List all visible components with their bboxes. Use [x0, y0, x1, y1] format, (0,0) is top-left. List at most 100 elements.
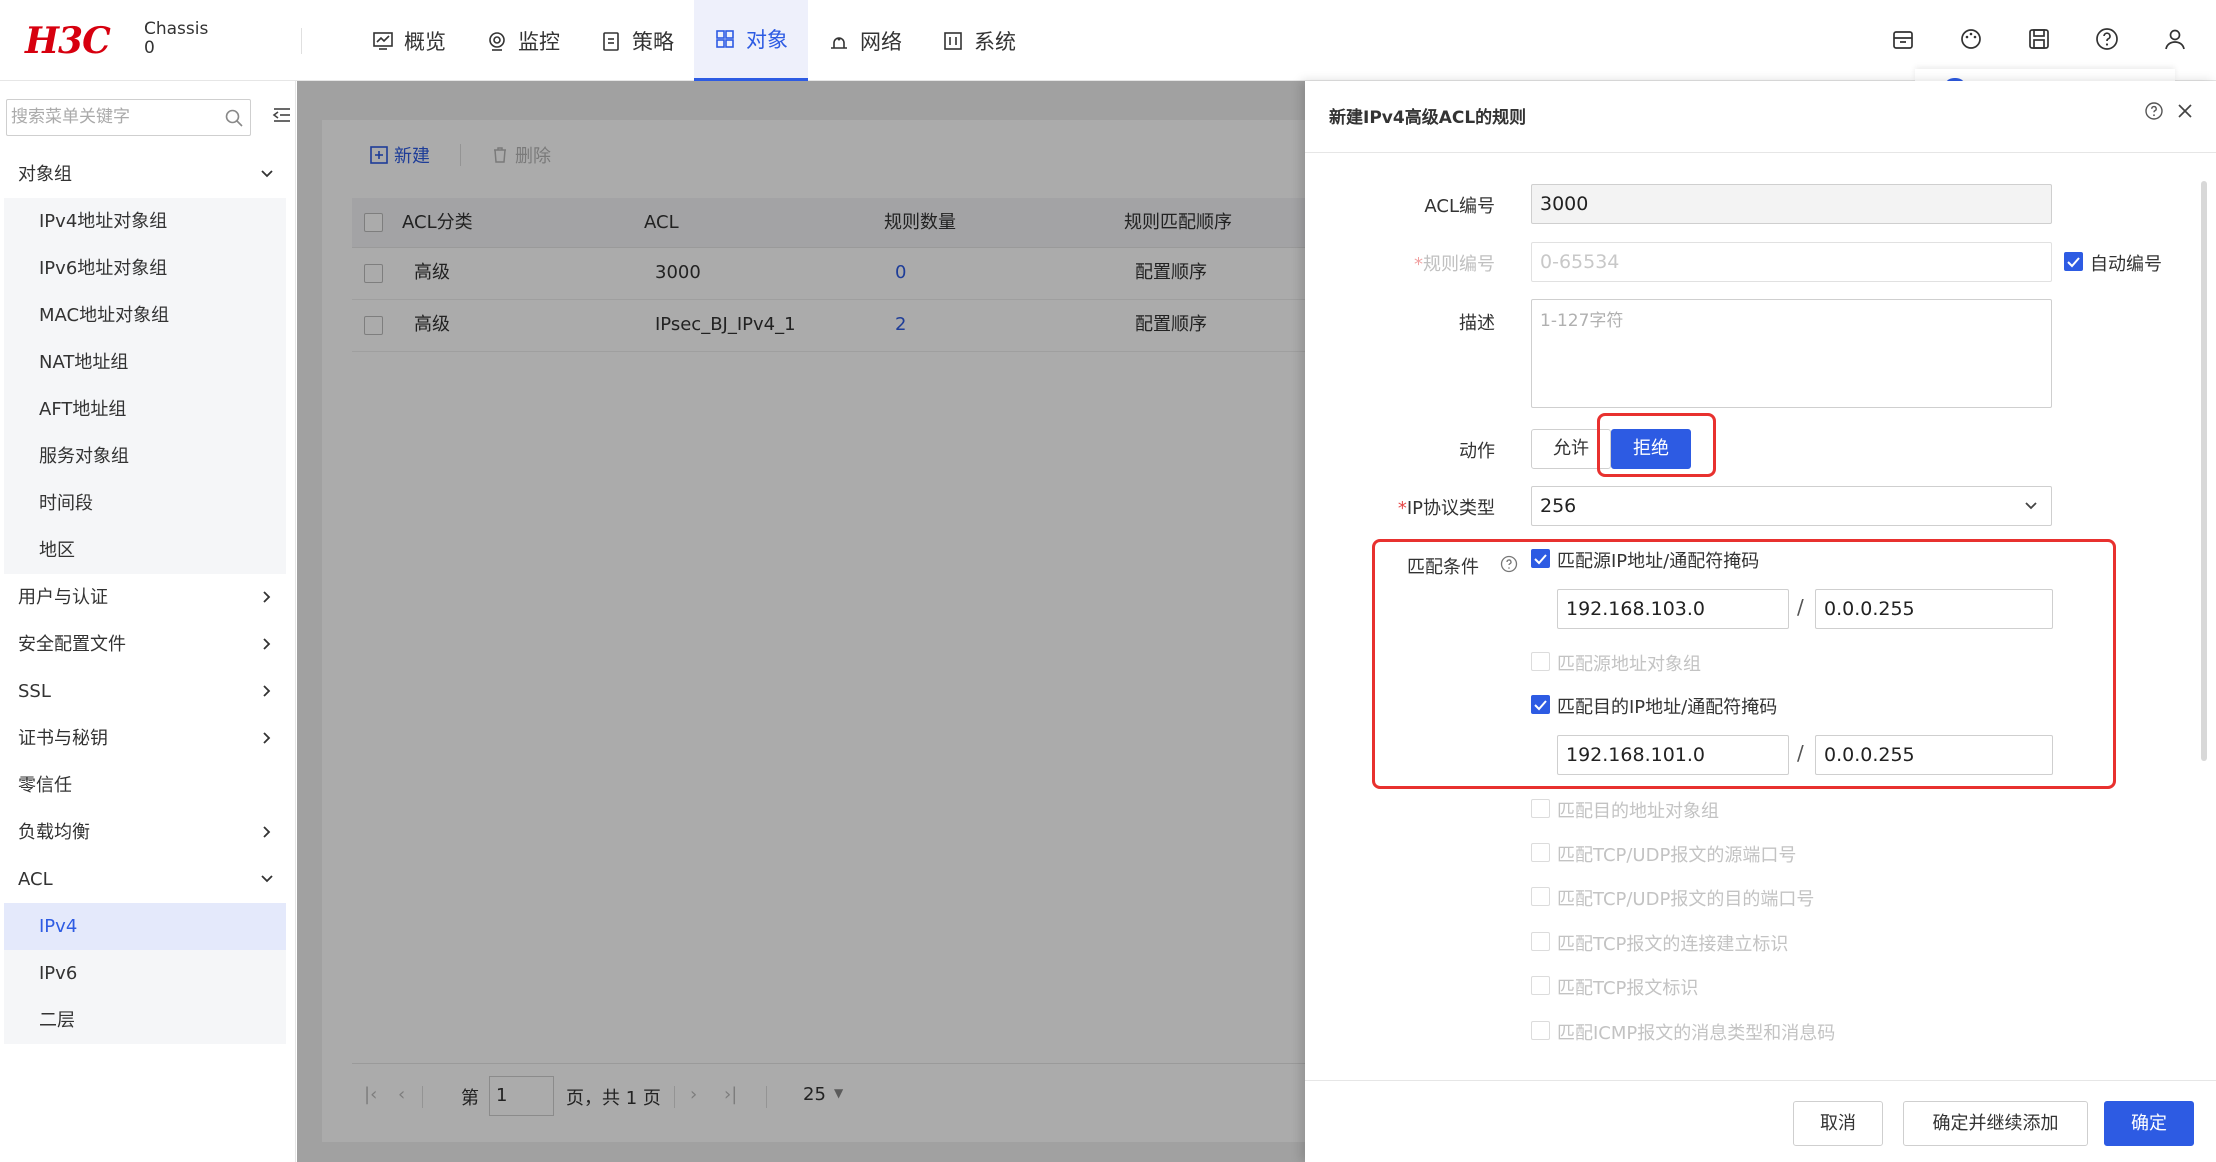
deny-highlight — [1597, 413, 1716, 477]
nav-system[interactable]: 系统 — [922, 0, 1036, 81]
option-checkbox[interactable] — [1531, 976, 1550, 995]
sidebar-item-label: SSL — [18, 681, 51, 702]
nav-objects-label: 对象 — [746, 28, 788, 52]
help-icon[interactable] — [2094, 26, 2120, 52]
sidebar-item-region[interactable]: 地区 — [4, 527, 286, 574]
sidebar-item-security-profile[interactable]: 安全配置文件 — [4, 621, 286, 668]
auto-number-checkbox[interactable] — [2064, 252, 2083, 271]
sidebar: 搜索菜单关键字 对象组 IPv4地址对象组 IPv6地址对象组 MAC地址对象组… — [0, 81, 296, 1162]
chevron-right-icon — [263, 732, 271, 744]
menu-search-input[interactable]: 搜索菜单关键字 — [6, 99, 251, 136]
close-icon[interactable] — [2175, 101, 2195, 121]
option-checkbox[interactable] — [1531, 932, 1550, 951]
sidebar-menu: 对象组 IPv4地址对象组 IPv6地址对象组 MAC地址对象组 NAT地址组 … — [4, 151, 286, 1044]
monitor-icon — [489, 31, 505, 51]
sidebar-item-certificates[interactable]: 证书与秘钥 — [4, 715, 286, 762]
collapse-menu-icon[interactable] — [272, 105, 292, 125]
sidebar-item-ipv4-address-group[interactable]: IPv4地址对象组 — [4, 198, 286, 245]
source-ip-input[interactable]: 192.168.103.0 — [1557, 589, 1789, 629]
chassis-number: 0 — [144, 38, 155, 58]
chevron-down-icon — [2025, 502, 2037, 510]
rule-number-field: 0-65534 — [1531, 242, 2052, 282]
package-icon[interactable] — [1890, 26, 1916, 52]
sidebar-item-time-range[interactable]: 时间段 — [4, 480, 286, 527]
rule-number-label-text: 规则编号 — [1423, 254, 1495, 275]
sidebar-item-object-group[interactable]: 对象组 — [4, 151, 286, 198]
sidebar-item-label: IPv4 — [39, 916, 78, 937]
confirm-and-continue-button[interactable]: 确定并继续添加 — [1903, 1101, 2088, 1146]
help-icon[interactable] — [2144, 101, 2164, 121]
sidebar-item-mac-address-group[interactable]: MAC地址对象组 — [4, 292, 286, 339]
palette-icon[interactable] — [1958, 26, 1984, 52]
sidebar-item-label: 零信任 — [18, 775, 72, 796]
system-icon — [944, 31, 962, 50]
nav-overview-label: 概览 — [404, 29, 446, 54]
nav-policy[interactable]: 策略 — [580, 0, 694, 81]
chevron-down-icon — [261, 170, 273, 178]
source-mask-input[interactable]: 0.0.0.255 — [1815, 589, 2053, 629]
nav-monitor-label: 监控 — [518, 29, 560, 54]
option-checkbox[interactable] — [1531, 843, 1550, 862]
h3c-logo: H3C — [25, 20, 111, 62]
sidebar-item-label: 地区 — [39, 540, 75, 561]
mask-separator: / — [1797, 595, 1804, 619]
match-source-label: 匹配源IP地址/通配符掩码 — [1557, 551, 1760, 572]
chevron-down-icon — [261, 875, 273, 883]
description-textarea[interactable]: 1-127字符 — [1531, 299, 2052, 408]
sidebar-item-ipv4[interactable]: IPv4 — [4, 903, 286, 950]
top-bar: H3C Chassis 0 概览 监控 策略 对象 网络 系统 — [0, 0, 2216, 81]
destination-mask-input[interactable]: 0.0.0.255 — [1815, 735, 2053, 775]
ip-protocol-select[interactable]: 256 — [1531, 486, 2052, 526]
sidebar-item-ssl[interactable]: SSL — [4, 668, 286, 715]
info-icon[interactable] — [1500, 555, 1518, 573]
nav-network[interactable]: 网络 — [808, 0, 922, 81]
nav-monitor[interactable]: 监控 — [466, 0, 580, 81]
match-destination-checkbox[interactable] — [1531, 695, 1550, 714]
save-icon[interactable] — [2026, 26, 2052, 52]
sidebar-item-load-balancing[interactable]: 负载均衡 — [4, 809, 286, 856]
chevron-right-icon — [263, 826, 271, 838]
sidebar-item-acl[interactable]: ACL — [4, 856, 286, 903]
dashboard-icon — [373, 31, 393, 50]
match-source-checkbox[interactable] — [1531, 549, 1550, 568]
sidebar-item-ipv6[interactable]: IPv6 — [4, 950, 286, 997]
option-checkbox[interactable] — [1531, 799, 1550, 818]
check-icon — [2067, 257, 2080, 268]
sidebar-item-label: 用户与认证 — [18, 587, 108, 608]
nav-overview[interactable]: 概览 — [352, 0, 466, 81]
option-checkbox[interactable] — [1531, 1021, 1550, 1040]
nav-objects[interactable]: 对象 — [694, 0, 808, 81]
sidebar-item-aft-address-group[interactable]: AFT地址组 — [4, 386, 286, 433]
option-label: 匹配ICMP报文的消息类型和消息码 — [1557, 1023, 1836, 1044]
search-icon[interactable] — [224, 108, 244, 128]
sidebar-item-user-auth[interactable]: 用户与认证 — [4, 574, 286, 621]
nav-policy-label: 策略 — [632, 29, 674, 54]
sidebar-item-label: 二层 — [39, 1010, 75, 1031]
nav-system-label: 系统 — [974, 29, 1016, 54]
modal-backdrop[interactable] — [297, 81, 1305, 1162]
sidebar-item-ipv6-address-group[interactable]: IPv6地址对象组 — [4, 245, 286, 292]
sidebar-item-layer2[interactable]: 二层 — [4, 997, 286, 1044]
option-label: 匹配TCP报文的连接建立标识 — [1557, 934, 1789, 955]
sidebar-item-zero-trust[interactable]: 零信任 — [4, 762, 286, 809]
option-checkbox[interactable] — [1531, 887, 1550, 906]
sidebar-item-service-group[interactable]: 服务对象组 — [4, 433, 286, 480]
action-label: 动作 — [1459, 441, 1495, 462]
drawer-header: 新建IPv4高级ACL的规则 — [1305, 81, 2216, 153]
header-actions — [1890, 26, 2188, 52]
auto-number-label: 自动编号 — [2090, 254, 2162, 275]
user-icon[interactable] — [2162, 26, 2188, 52]
sidebar-item-nat-address-group[interactable]: NAT地址组 — [4, 339, 286, 386]
drawer-scrollbar[interactable] — [2201, 181, 2207, 761]
cancel-button[interactable]: 取消 — [1793, 1101, 1883, 1146]
sidebar-item-label: IPv6地址对象组 — [39, 258, 168, 279]
option-label: 匹配TCP报文标识 — [1557, 978, 1699, 999]
match-source-group-checkbox[interactable] — [1531, 652, 1550, 671]
option-label: 匹配TCP/UDP报文的目的端口号 — [1557, 889, 1815, 910]
sidebar-item-label: IPv4地址对象组 — [39, 211, 168, 232]
confirm-button[interactable]: 确定 — [2104, 1101, 2194, 1146]
destination-ip-input[interactable]: 192.168.101.0 — [1557, 735, 1789, 775]
sidebar-item-label: AFT地址组 — [39, 399, 127, 420]
main-nav: 概览 监控 策略 对象 网络 系统 — [352, 0, 1036, 81]
ip-protocol-label-text: IP协议类型 — [1406, 498, 1495, 519]
